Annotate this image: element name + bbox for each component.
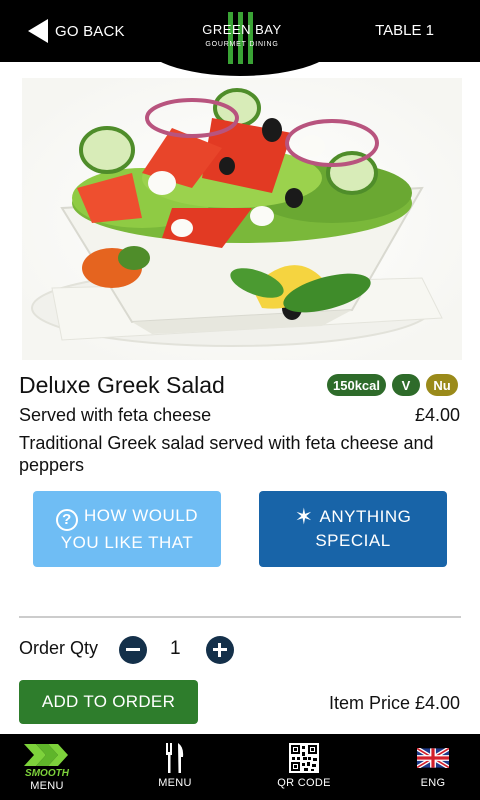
menu-label: MENU bbox=[158, 777, 192, 789]
restaurant-logo: GREEN BAY GOURMET DINING bbox=[192, 8, 292, 64]
salad-image bbox=[22, 78, 462, 360]
item-description: Traditional Greek salad served with feta… bbox=[19, 433, 434, 475]
bottom-nav: SMOOTH MENU MENU QR CODE ENG bbox=[0, 734, 480, 800]
qr-code-icon bbox=[289, 743, 319, 773]
logo-title: GREEN BAY bbox=[202, 22, 282, 37]
logo-subtitle: GOURMET DINING bbox=[205, 41, 279, 48]
increase-qty-button[interactable] bbox=[206, 636, 234, 664]
star-icon: ✶ bbox=[294, 504, 314, 529]
nuts-badge: Nu bbox=[426, 374, 458, 396]
nav-language[interactable]: ENG bbox=[408, 734, 458, 800]
vegetarian-badge: V bbox=[392, 374, 420, 396]
smooth-menu-label: MENU bbox=[30, 780, 64, 792]
question-icon: ? bbox=[55, 508, 78, 531]
cutlery-icon bbox=[166, 743, 184, 773]
go-back-button[interactable]: GO BACK bbox=[28, 18, 125, 44]
how-label: HOW WOULD YOU LIKE THAT bbox=[60, 505, 199, 552]
add-to-order-button[interactable]: ADD TO ORDER bbox=[19, 680, 198, 724]
anything-special-button[interactable]: ✶ ANYTHING SPECIAL bbox=[259, 491, 447, 567]
item-subtitle: Served with feta cheese bbox=[19, 405, 212, 425]
item-title: Deluxe Greek Salad bbox=[19, 372, 225, 398]
nav-menu[interactable]: MENU bbox=[150, 734, 200, 800]
back-arrow-icon bbox=[28, 19, 48, 43]
calorie-badge: 150kcal bbox=[327, 374, 386, 396]
language-label: ENG bbox=[420, 777, 446, 789]
item-price: £4.00 bbox=[414, 405, 460, 425]
special-label: ANYTHING SPECIAL bbox=[315, 507, 412, 550]
dietary-badges: 150kcal V Nu bbox=[327, 374, 458, 396]
qty-value: 1 bbox=[170, 638, 181, 659]
decrease-qty-button[interactable] bbox=[119, 636, 147, 664]
nav-smooth-menu[interactable]: SMOOTH MENU bbox=[18, 734, 76, 800]
order-qty-label: Order Qty bbox=[19, 638, 99, 658]
uk-flag-icon bbox=[417, 748, 449, 768]
minus-icon bbox=[126, 648, 140, 651]
qr-code-label: QR CODE bbox=[277, 777, 331, 789]
go-back-label: GO BACK bbox=[55, 22, 125, 40]
how-would-you-like-that-button[interactable]: ? HOW WOULD YOU LIKE THAT bbox=[33, 491, 221, 567]
item-price-total: Item Price £4.00 bbox=[328, 693, 460, 713]
table-label: TABLE 1 bbox=[375, 22, 434, 39]
divider bbox=[19, 616, 461, 618]
smooth-brand-label: SMOOTH bbox=[25, 768, 69, 779]
logo-bars-icon bbox=[226, 12, 258, 64]
nav-qr-code[interactable]: QR CODE bbox=[268, 734, 340, 800]
smooth-chevrons-icon bbox=[24, 744, 68, 766]
